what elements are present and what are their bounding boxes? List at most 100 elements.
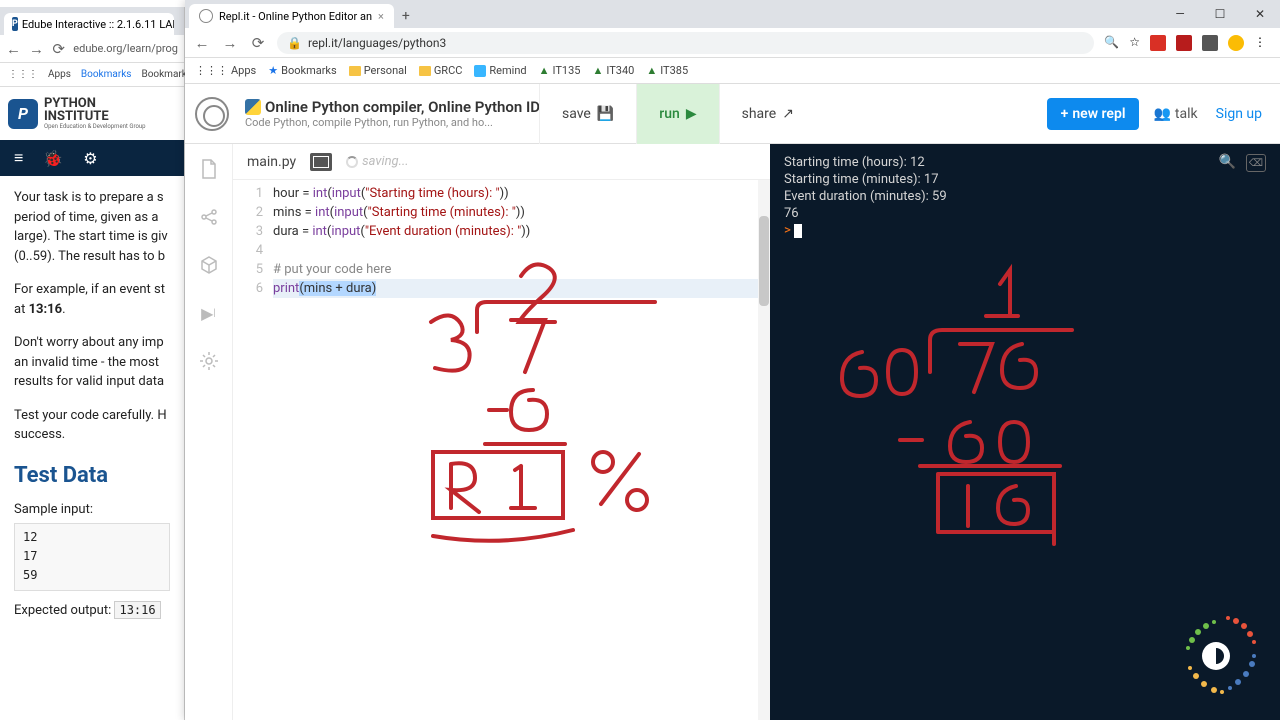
new-repl-button[interactable]: +new repl	[1047, 98, 1140, 130]
code-body[interactable]: hour = int(input("Starting time (hours):…	[273, 180, 770, 720]
back-icon[interactable]: ←	[193, 34, 211, 52]
bm-remind[interactable]: Remind	[474, 64, 526, 77]
share-net-icon[interactable]	[198, 206, 220, 228]
bm-apps[interactable]: ⋮⋮⋮Apps	[195, 64, 256, 77]
signup-link[interactable]: Sign up	[1216, 106, 1262, 122]
extension-icons: 🔍 ☆ ⋮	[1104, 35, 1272, 51]
sample-input-label: Sample input:	[14, 500, 170, 520]
spinner-icon	[346, 156, 358, 168]
python-institute-logo: P PYTHON INSTITUTE Open Education & Deve…	[0, 87, 184, 140]
test-data-heading: Test Data	[14, 459, 170, 492]
forward-icon[interactable]: →	[29, 40, 44, 58]
share-button[interactable]: share ↗	[719, 84, 816, 144]
save-button[interactable]: save 💾	[539, 84, 636, 144]
lock-icon: 🔒	[287, 36, 302, 50]
url-bar[interactable]: 🔒 repl.it/languages/python3	[277, 32, 1094, 54]
background-browser-window: P Edube Interactive :: 2.1.6.11 LAB ← → …	[0, 7, 185, 720]
new-tab-button[interactable]: +	[394, 4, 418, 28]
maximize-button[interactable]: ☐	[1200, 0, 1240, 28]
close-button[interactable]: ✕	[1240, 0, 1280, 28]
replit-favicon	[199, 9, 213, 23]
bm-apps[interactable]: Apps	[48, 69, 71, 80]
repl-title: Online Python compiler, Online Python ID…	[245, 98, 539, 116]
close-tab-icon[interactable]: ×	[378, 10, 384, 23]
bm-grcc[interactable]: GRCC	[419, 64, 463, 77]
file-tab[interactable]: main.py	[247, 154, 296, 170]
files-icon[interactable]	[198, 158, 220, 180]
bm-it135[interactable]: ▲IT135	[539, 64, 581, 77]
window-controls: — ☐ ✕	[1160, 0, 1280, 28]
packages-icon[interactable]	[198, 254, 220, 276]
console-prompt[interactable]: >	[784, 222, 1266, 239]
console-line: 76	[784, 205, 1266, 222]
talk-link[interactable]: 👥talk	[1153, 106, 1197, 122]
gmail-icon[interactable]	[1150, 35, 1166, 51]
bm-it385[interactable]: ▲IT385	[646, 64, 688, 77]
settings-icon[interactable]	[198, 350, 220, 372]
replit-watermark	[1166, 606, 1266, 706]
url-text: edube.org/learn/prog	[73, 42, 178, 55]
back-icon[interactable]: ←	[6, 40, 21, 58]
zoom-icon[interactable]: 🔍	[1104, 35, 1119, 51]
replit-header: Online Python compiler, Online Python ID…	[185, 84, 1280, 144]
clear-icon[interactable]: ⌫	[1246, 154, 1266, 172]
bookmark-bar: ⋮⋮⋮Apps ★Bookmarks Personal GRCC Remind …	[185, 58, 1280, 84]
reload-icon[interactable]: ⟳	[249, 34, 267, 52]
pi-icon: P	[8, 99, 38, 129]
tab-strip: P Edube Interactive :: 2.1.6.11 LAB	[0, 7, 184, 35]
editor-tabs: main.py saving...	[233, 144, 770, 180]
console-line: Event duration (minutes): 59	[784, 188, 1266, 205]
edube-tab[interactable]: P Edube Interactive :: 2.1.6.11 LAB	[4, 13, 174, 35]
play-icon: ▶	[686, 106, 697, 122]
tab-strip: Repl.it - Online Python Editor an × + — …	[185, 0, 1280, 28]
menu-icon[interactable]: ⋮	[1254, 35, 1266, 51]
edube-nav: ≡ 🐞 ⚙	[0, 140, 184, 176]
console-line: Starting time (minutes): 17	[784, 171, 1266, 188]
layout-icon[interactable]	[310, 153, 332, 171]
reload-icon[interactable]: ⟳	[52, 40, 65, 58]
console-tools: 🔍 ⌫	[1219, 154, 1266, 172]
search-icon[interactable]: 🔍	[1219, 154, 1236, 172]
minimize-button[interactable]: —	[1160, 0, 1200, 28]
replit-browser-window: Repl.it - Online Python Editor an × + — …	[185, 0, 1280, 720]
gear-icon[interactable]: ⚙	[83, 149, 97, 168]
console-line: Starting time (hours): 12	[784, 154, 1266, 171]
bug-icon[interactable]: 🐞	[43, 149, 63, 168]
replit-tab[interactable]: Repl.it - Online Python Editor an ×	[189, 4, 394, 28]
python-icon	[245, 99, 261, 115]
edube-content: P PYTHON INSTITUTE Open Education & Deve…	[0, 87, 184, 720]
ext-icon-2[interactable]	[1176, 35, 1192, 51]
editor-pane: main.py saving... 123456 hour = int(inpu…	[233, 144, 770, 720]
menu-icon[interactable]: ≡	[14, 148, 23, 168]
share-icon: ↗	[782, 106, 794, 122]
ext-icon-3[interactable]	[1202, 35, 1218, 51]
star-icon[interactable]: ☆	[1129, 35, 1140, 51]
bookmark-bar: ⋮⋮⋮ Apps Bookmarks Bookmarks Personal	[0, 63, 184, 87]
nav-toolbar: ← → ⟳ edube.org/learn/prog	[0, 35, 184, 63]
apps-icon[interactable]: ⋮⋮⋮	[8, 69, 38, 80]
console-pane[interactable]: 🔍 ⌫ Starting time (hours): 12 Starting t…	[770, 144, 1280, 720]
run-step-icon[interactable]: ▶|	[198, 302, 220, 324]
edube-favicon: P	[12, 17, 18, 31]
line-numbers: 123456	[233, 180, 273, 720]
bm-bookmarks[interactable]: ★Bookmarks	[268, 64, 336, 77]
sample-input: 12 17 59	[14, 523, 170, 591]
repl-main: ▶| main.py saving... 123456 hour = int(i…	[185, 144, 1280, 720]
expected-label: Expected output:	[14, 603, 111, 618]
repl-sidebar: ▶|	[185, 144, 233, 720]
bm-bookmarks[interactable]: Bookmarks	[81, 69, 132, 80]
nav-toolbar: ← → ⟳ 🔒 repl.it/languages/python3 🔍 ☆ ⋮	[185, 28, 1280, 58]
people-icon: 👥	[1153, 106, 1170, 122]
tab-title: Edube Interactive :: 2.1.6.11 LAB	[22, 18, 174, 31]
code-editor[interactable]: 123456 hour = int(input("Starting time (…	[233, 180, 770, 720]
bm-it340[interactable]: ▲IT340	[592, 64, 634, 77]
profile-icon[interactable]	[1228, 35, 1244, 51]
lab-text: Your task is to prepare a speriod of tim…	[0, 176, 184, 632]
replit-logo[interactable]	[185, 97, 239, 131]
bm-personal[interactable]: Personal	[349, 64, 407, 77]
repl-subtitle: Code Python, compile Python, run Python,…	[245, 116, 539, 129]
forward-icon[interactable]: →	[221, 34, 239, 52]
tab-title: Repl.it - Online Python Editor an	[219, 10, 372, 23]
run-button[interactable]: run ▶	[636, 84, 718, 144]
editor-scrollbar[interactable]	[758, 180, 770, 720]
